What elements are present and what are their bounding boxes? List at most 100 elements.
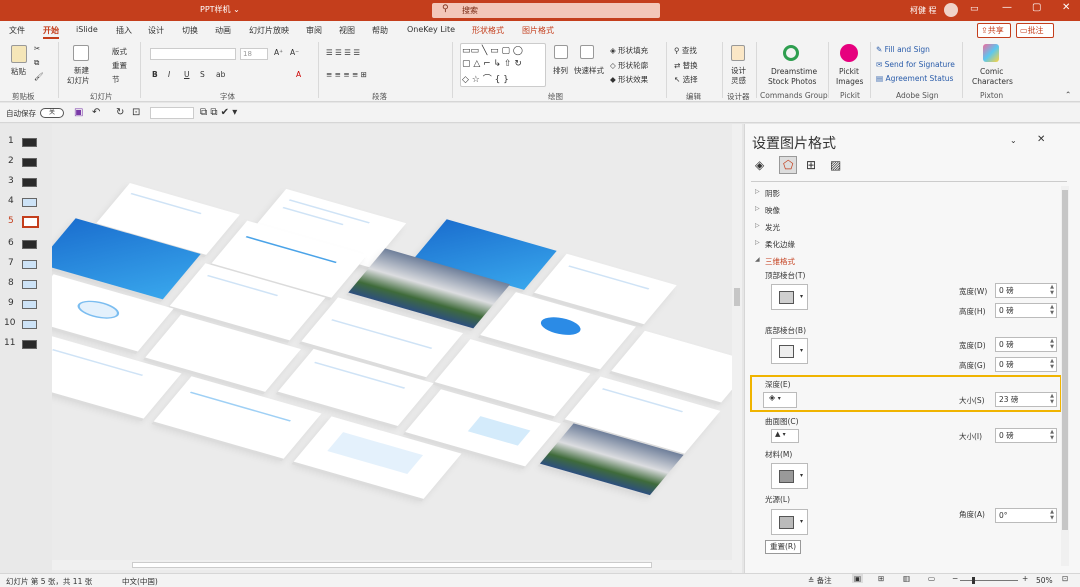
underline-button[interactable]: U <box>184 70 190 79</box>
save-icon[interactable]: ▣ <box>74 107 83 118</box>
sorter-view-icon[interactable]: ⊞ <box>878 574 884 583</box>
top-height-input[interactable]: 0 磅 ▲ ▼ <box>995 303 1057 318</box>
expand-icon[interactable]: ▷ <box>755 239 760 246</box>
contour-size-input[interactable]: 0 磅 ▲ ▼ <box>995 428 1057 443</box>
redo-icon[interactable]: ↻ <box>116 107 124 118</box>
slide-thumbnail[interactable] <box>22 260 37 269</box>
horizontal-scrollbar[interactable] <box>52 560 732 570</box>
picture-tab-icon[interactable]: ▨ <box>830 158 841 172</box>
replace-button[interactable]: ⇄ 替换 <box>674 60 698 71</box>
zoom-out-icon[interactable]: − <box>952 574 958 583</box>
slide-thumbnail-selected[interactable] <box>22 216 39 228</box>
pixton-icon[interactable] <box>983 44 999 62</box>
material-picker[interactable]: ▾ <box>771 463 808 489</box>
italic-button[interactable]: I <box>168 70 170 79</box>
pixton-button[interactable]: Comic <box>980 67 1003 76</box>
tab-transitions[interactable]: 切换 <box>182 25 198 36</box>
slide-thumbnail[interactable] <box>22 158 37 167</box>
bottom-bevel-picker[interactable]: ▾ <box>771 338 808 364</box>
zoom-in-icon[interactable]: + <box>1022 574 1028 583</box>
grow-font-icon[interactable]: A⁺ <box>274 48 283 57</box>
pane-close-icon[interactable]: ✕ <box>1037 134 1045 145</box>
pickit-icon[interactable] <box>840 44 858 62</box>
bottom-height-input[interactable]: 0 磅 ▲ ▼ <box>995 357 1057 372</box>
notes-button[interactable]: ≙ 备注 <box>808 575 832 586</box>
language-indicator[interactable]: 中文(中国) <box>122 576 158 587</box>
select-button[interactable]: ↖ 选择 <box>674 74 698 85</box>
normal-view-icon[interactable]: ▣ <box>852 574 864 583</box>
zoom-level[interactable]: 50% <box>1036 576 1053 585</box>
tab-animations[interactable]: 动画 <box>215 25 231 36</box>
shape-fill-button[interactable]: ◈ 形状填充 <box>610 45 648 56</box>
document-title[interactable]: PPT样机 ⌄ <box>200 4 240 15</box>
paste-button[interactable]: 粘贴 <box>11 66 26 77</box>
layout-button[interactable]: 版式 <box>112 46 127 57</box>
slide-canvas[interactable] <box>52 124 742 573</box>
pickit-button[interactable]: Pickit <box>839 67 859 76</box>
quick-styles-button[interactable]: 快速样式 <box>574 65 604 76</box>
autosave-toggle[interactable]: 关 <box>40 108 64 118</box>
fill-sign-button[interactable]: ✎ Fill and Sign <box>876 45 930 54</box>
isometric-slide-mockup[interactable] <box>52 124 742 573</box>
qat-combo[interactable] <box>150 107 194 119</box>
arrange-icon[interactable] <box>554 45 568 59</box>
top-bevel-picker[interactable]: ▾ <box>771 284 808 310</box>
spacing-icon[interactable]: ab <box>216 70 225 79</box>
comment-button[interactable]: ▭批注 <box>1016 23 1054 38</box>
font-color-button[interactable]: A <box>296 70 301 79</box>
cut-icon[interactable]: ✂ <box>34 44 40 53</box>
top-width-input[interactable]: 0 磅 ▲ ▼ <box>995 283 1057 298</box>
size-tab-icon[interactable]: ⊞ <box>806 158 816 172</box>
send-signature-button[interactable]: ✉ Send for Signature <box>876 60 955 69</box>
shape-effect-button[interactable]: ◆ 形状效果 <box>610 74 648 85</box>
section-reflection[interactable]: 映像 <box>765 205 780 216</box>
shape-outline-button[interactable]: ◇ 形状轮廓 <box>610 60 648 71</box>
section-button[interactable]: 节 <box>112 74 120 85</box>
tab-insert[interactable]: 插入 <box>116 25 132 36</box>
slide-thumbnail[interactable] <box>22 300 37 309</box>
contour-color-picker[interactable]: ▲ ▾ <box>771 429 799 443</box>
expand-icon[interactable]: ▷ <box>755 222 760 229</box>
effects-tab-icon[interactable]: ⬠ <box>779 156 797 174</box>
quick-styles-icon[interactable] <box>580 45 594 59</box>
shrink-font-icon[interactable]: A⁻ <box>290 48 299 57</box>
pane-options-icon[interactable]: ⌄ <box>1010 136 1017 145</box>
font-name-combo[interactable] <box>150 48 236 60</box>
reset-button[interactable]: 重置(R) <box>765 540 801 554</box>
bullets-icon[interactable]: ☰ ☰ ☰ ☰ <box>326 48 360 57</box>
tab-home[interactable]: 开始 <box>43 25 59 39</box>
section-shadow[interactable]: 阴影 <box>765 188 780 199</box>
copy-icon[interactable]: ⧉ <box>34 58 39 68</box>
tab-picture-format[interactable]: 图片格式 <box>522 25 554 36</box>
collapse-ribbon-icon[interactable]: ⌃ <box>1065 90 1071 99</box>
find-button[interactable]: ⚲ 查找 <box>674 45 697 56</box>
close-button[interactable]: ✕ <box>1062 2 1070 13</box>
bold-button[interactable]: B <box>152 70 158 79</box>
user-name[interactable]: 柯健 程 <box>910 5 937 16</box>
minimize-button[interactable]: — <box>1002 2 1012 13</box>
depth-size-input[interactable]: 23 磅 ▲ ▼ <box>995 392 1057 407</box>
new-slide-icon[interactable] <box>73 45 89 61</box>
tab-islide[interactable]: iSlide <box>76 25 98 34</box>
lighting-picker[interactable]: ▾ <box>771 509 808 535</box>
present-icon[interactable]: ⊡ <box>132 107 140 118</box>
tab-onekey[interactable]: OneKey Lite <box>407 25 455 34</box>
collapse-icon[interactable]: ◢ <box>755 256 760 263</box>
bottom-width-input[interactable]: 0 磅 ▲ ▼ <box>995 337 1057 352</box>
slide-thumbnail[interactable] <box>22 198 37 207</box>
slideshow-view-icon[interactable]: ▭ <box>928 574 935 583</box>
tab-design[interactable]: 设计 <box>148 25 164 36</box>
format-painter-icon[interactable]: 🖌 <box>34 72 44 81</box>
tab-help[interactable]: 帮助 <box>372 25 388 36</box>
slide-thumbnail[interactable] <box>22 320 37 329</box>
paste-icon[interactable] <box>11 45 27 63</box>
pane-scrollbar[interactable] <box>1061 186 1069 566</box>
strike-button[interactable]: S <box>200 70 205 79</box>
fill-line-tab-icon[interactable]: ◈ <box>755 158 764 172</box>
agreement-status-button[interactable]: ▤ Agreement Status <box>876 74 953 83</box>
section-glow[interactable]: 发光 <box>765 222 780 233</box>
slide-thumbnail[interactable] <box>22 178 37 187</box>
dreamstime-button[interactable]: Dreamstime <box>771 67 817 76</box>
depth-color-picker[interactable]: ◈ ▾ <box>763 392 797 408</box>
ribbon-display-icon[interactable]: ▭ <box>970 4 979 14</box>
